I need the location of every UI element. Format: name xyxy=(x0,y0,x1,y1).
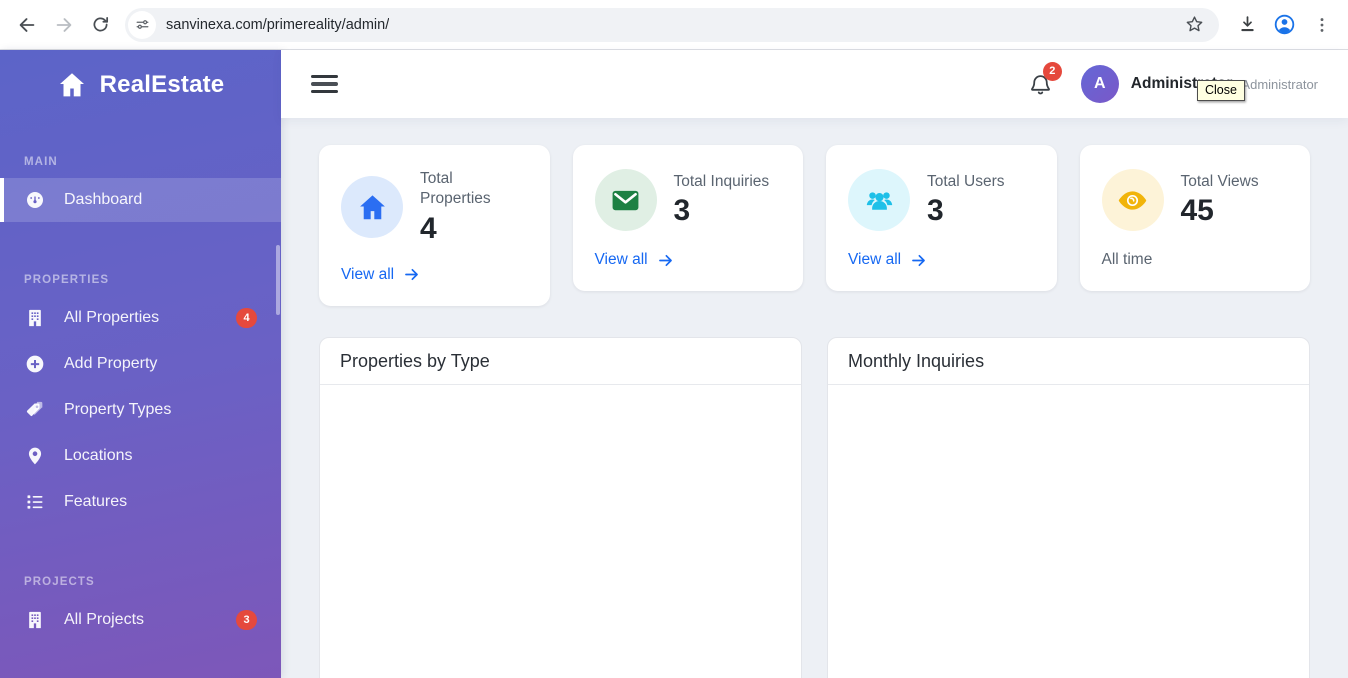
sidebar-section-properties: PROPERTIES All Properties 4 Add Property Pro… xyxy=(0,274,281,524)
stat-info: Total Views 45 xyxy=(1181,172,1259,229)
notifications-bell-icon[interactable]: 2 xyxy=(1028,61,1062,97)
stat-label: Total Inquiries xyxy=(673,172,770,190)
sidebar-section-label: PROJECTS xyxy=(24,576,95,588)
panel-title: Properties by Type xyxy=(320,338,801,385)
tooltip: Close xyxy=(1197,80,1245,101)
sidebar-item-label: Features xyxy=(64,493,128,510)
stat-value: 45 xyxy=(1180,194,1214,228)
main-area: 2 A Administrator Administrator Total Pr… xyxy=(281,50,1348,678)
building-icon xyxy=(24,308,46,328)
list-icon xyxy=(24,492,46,512)
building-icon xyxy=(24,610,46,630)
sidebar-item-label: Property Types xyxy=(64,401,172,418)
sidebar-item-all-projects[interactable]: All Projects 3 xyxy=(0,598,281,642)
panel-properties-by-type: Properties by Type xyxy=(319,336,802,678)
stat-info: Total Properties 4 xyxy=(420,169,522,246)
stat-top: Total Users 3 xyxy=(848,169,1035,231)
brand-home-icon xyxy=(57,70,87,100)
stat-label: Total Views xyxy=(1180,172,1259,190)
sidebar-item-label: All Projects xyxy=(64,611,145,628)
sidebar-item-dashboard[interactable]: Dashboard xyxy=(0,178,281,222)
sidebar-menu: MAIN Dashboard PROPERTIES All Properties 4 Ad… xyxy=(0,156,281,642)
url-text[interactable]: sanvinexa.com/primereality/admin/ xyxy=(166,17,389,33)
users-icon xyxy=(848,169,910,231)
map-pin-icon xyxy=(24,446,46,466)
sidebar: RealEstate MAIN Dashboard PROPERTIES All Pr… xyxy=(0,50,281,678)
sidebar-item-label: Dashboard xyxy=(64,191,143,208)
panel-monthly-inquiries: Monthly Inquiries xyxy=(827,336,1310,678)
header-right: 2 A Administrator Administrator xyxy=(1028,61,1318,103)
notification-count-badge: 2 xyxy=(1042,61,1062,81)
forward-icon[interactable] xyxy=(45,6,82,43)
stats-row: Total Properties 4 View all Total Inquiries… xyxy=(319,145,1310,306)
brand-name: RealEstate xyxy=(99,71,225,98)
stat-value: 3 xyxy=(927,194,944,228)
sidebar-item-label: Add Property xyxy=(64,355,158,372)
back-icon[interactable] xyxy=(8,6,45,43)
sidebar-section-projects: PROJECTS All Projects 3 xyxy=(0,576,281,642)
arrow-right-icon xyxy=(910,252,927,269)
plus-circle-icon xyxy=(24,354,46,374)
stat-top: Total Properties 4 xyxy=(341,169,528,246)
stat-card-total-properties: Total Properties 4 View all xyxy=(319,145,550,306)
sidebar-item-add-property[interactable]: Add Property xyxy=(0,342,281,386)
stat-value: 4 xyxy=(420,211,437,245)
stat-card-total-views: Total Views 45 All time xyxy=(1079,145,1310,291)
view-all-link[interactable]: View all xyxy=(848,251,927,269)
properties-by-type-chart-area xyxy=(320,384,801,678)
stat-label: Total Properties xyxy=(420,170,491,207)
stat-footer: All time xyxy=(1101,251,1153,268)
sidebar-section-main: MAIN Dashboard xyxy=(0,156,281,222)
sidebar-section-label: MAIN xyxy=(24,156,58,168)
user-role: Administrator xyxy=(1241,76,1318,92)
view-all-label: View all xyxy=(341,265,395,283)
stat-info: Total Users 3 xyxy=(927,172,1005,229)
sidebar-item-label: Locations xyxy=(64,447,133,464)
stat-card-total-users: Total Users 3 View all xyxy=(826,145,1057,291)
count-badge: 4 xyxy=(236,308,257,328)
app-frame: RealEstate MAIN Dashboard PROPERTIES All Pr… xyxy=(0,50,1348,678)
gauge-icon xyxy=(24,190,46,210)
hamburger-menu-icon[interactable] xyxy=(311,71,338,97)
browser-toolbar: sanvinexa.com/primereality/admin/ xyxy=(0,0,1348,50)
refresh-icon[interactable] xyxy=(82,6,119,43)
panel-title: Monthly Inquiries xyxy=(828,338,1309,385)
sidebar-item-label: All Properties xyxy=(64,309,160,326)
avatar[interactable]: A xyxy=(1080,65,1119,103)
bookmark-star-icon[interactable] xyxy=(1180,10,1209,39)
site-info-icon[interactable] xyxy=(128,10,156,39)
browser-menu-icon[interactable] xyxy=(1303,6,1340,43)
view-all-link[interactable]: View all xyxy=(595,251,674,269)
stat-top: Total Inquiries 3 xyxy=(594,169,782,231)
stat-info: Total Inquiries 3 xyxy=(674,172,770,229)
view-all-label: View all xyxy=(594,251,648,268)
sidebar-item-all-properties[interactable]: All Properties 4 xyxy=(0,296,281,340)
stat-card-total-inquiries: Total Inquiries 3 View all xyxy=(572,145,803,291)
download-icon[interactable] xyxy=(1229,6,1266,43)
house-icon xyxy=(341,176,403,239)
sidebar-item-locations[interactable]: Locations xyxy=(0,434,281,478)
view-all-link[interactable]: View all xyxy=(341,266,420,284)
profile-icon[interactable] xyxy=(1266,6,1303,43)
panels-row: Properties by Type Monthly Inquiries xyxy=(319,336,1310,678)
tags-icon xyxy=(24,400,46,420)
dashboard-content: Total Properties 4 View all Total Inquiries… xyxy=(281,118,1348,678)
view-all-label: View all xyxy=(848,251,902,268)
sidebar-item-property-types[interactable]: Property Types xyxy=(0,388,281,432)
arrow-right-icon xyxy=(657,252,674,269)
address-bar[interactable]: sanvinexa.com/primereality/admin/ xyxy=(125,7,1219,42)
stat-value: 3 xyxy=(673,194,691,228)
stat-label: Total Users xyxy=(927,172,1005,190)
sidebar-scrollbar[interactable] xyxy=(276,245,280,315)
eye-icon xyxy=(1101,169,1164,231)
monthly-inquiries-chart-area xyxy=(828,384,1309,678)
brand[interactable]: RealEstate xyxy=(0,50,281,120)
sidebar-section-label: PROPERTIES xyxy=(24,274,110,286)
sidebar-item-features[interactable]: Features xyxy=(0,480,281,524)
app-header: 2 A Administrator Administrator xyxy=(281,50,1348,118)
envelope-icon xyxy=(594,169,657,231)
stat-top: Total Views 45 xyxy=(1101,169,1289,231)
arrow-right-icon xyxy=(403,266,420,283)
count-badge: 3 xyxy=(236,610,257,630)
